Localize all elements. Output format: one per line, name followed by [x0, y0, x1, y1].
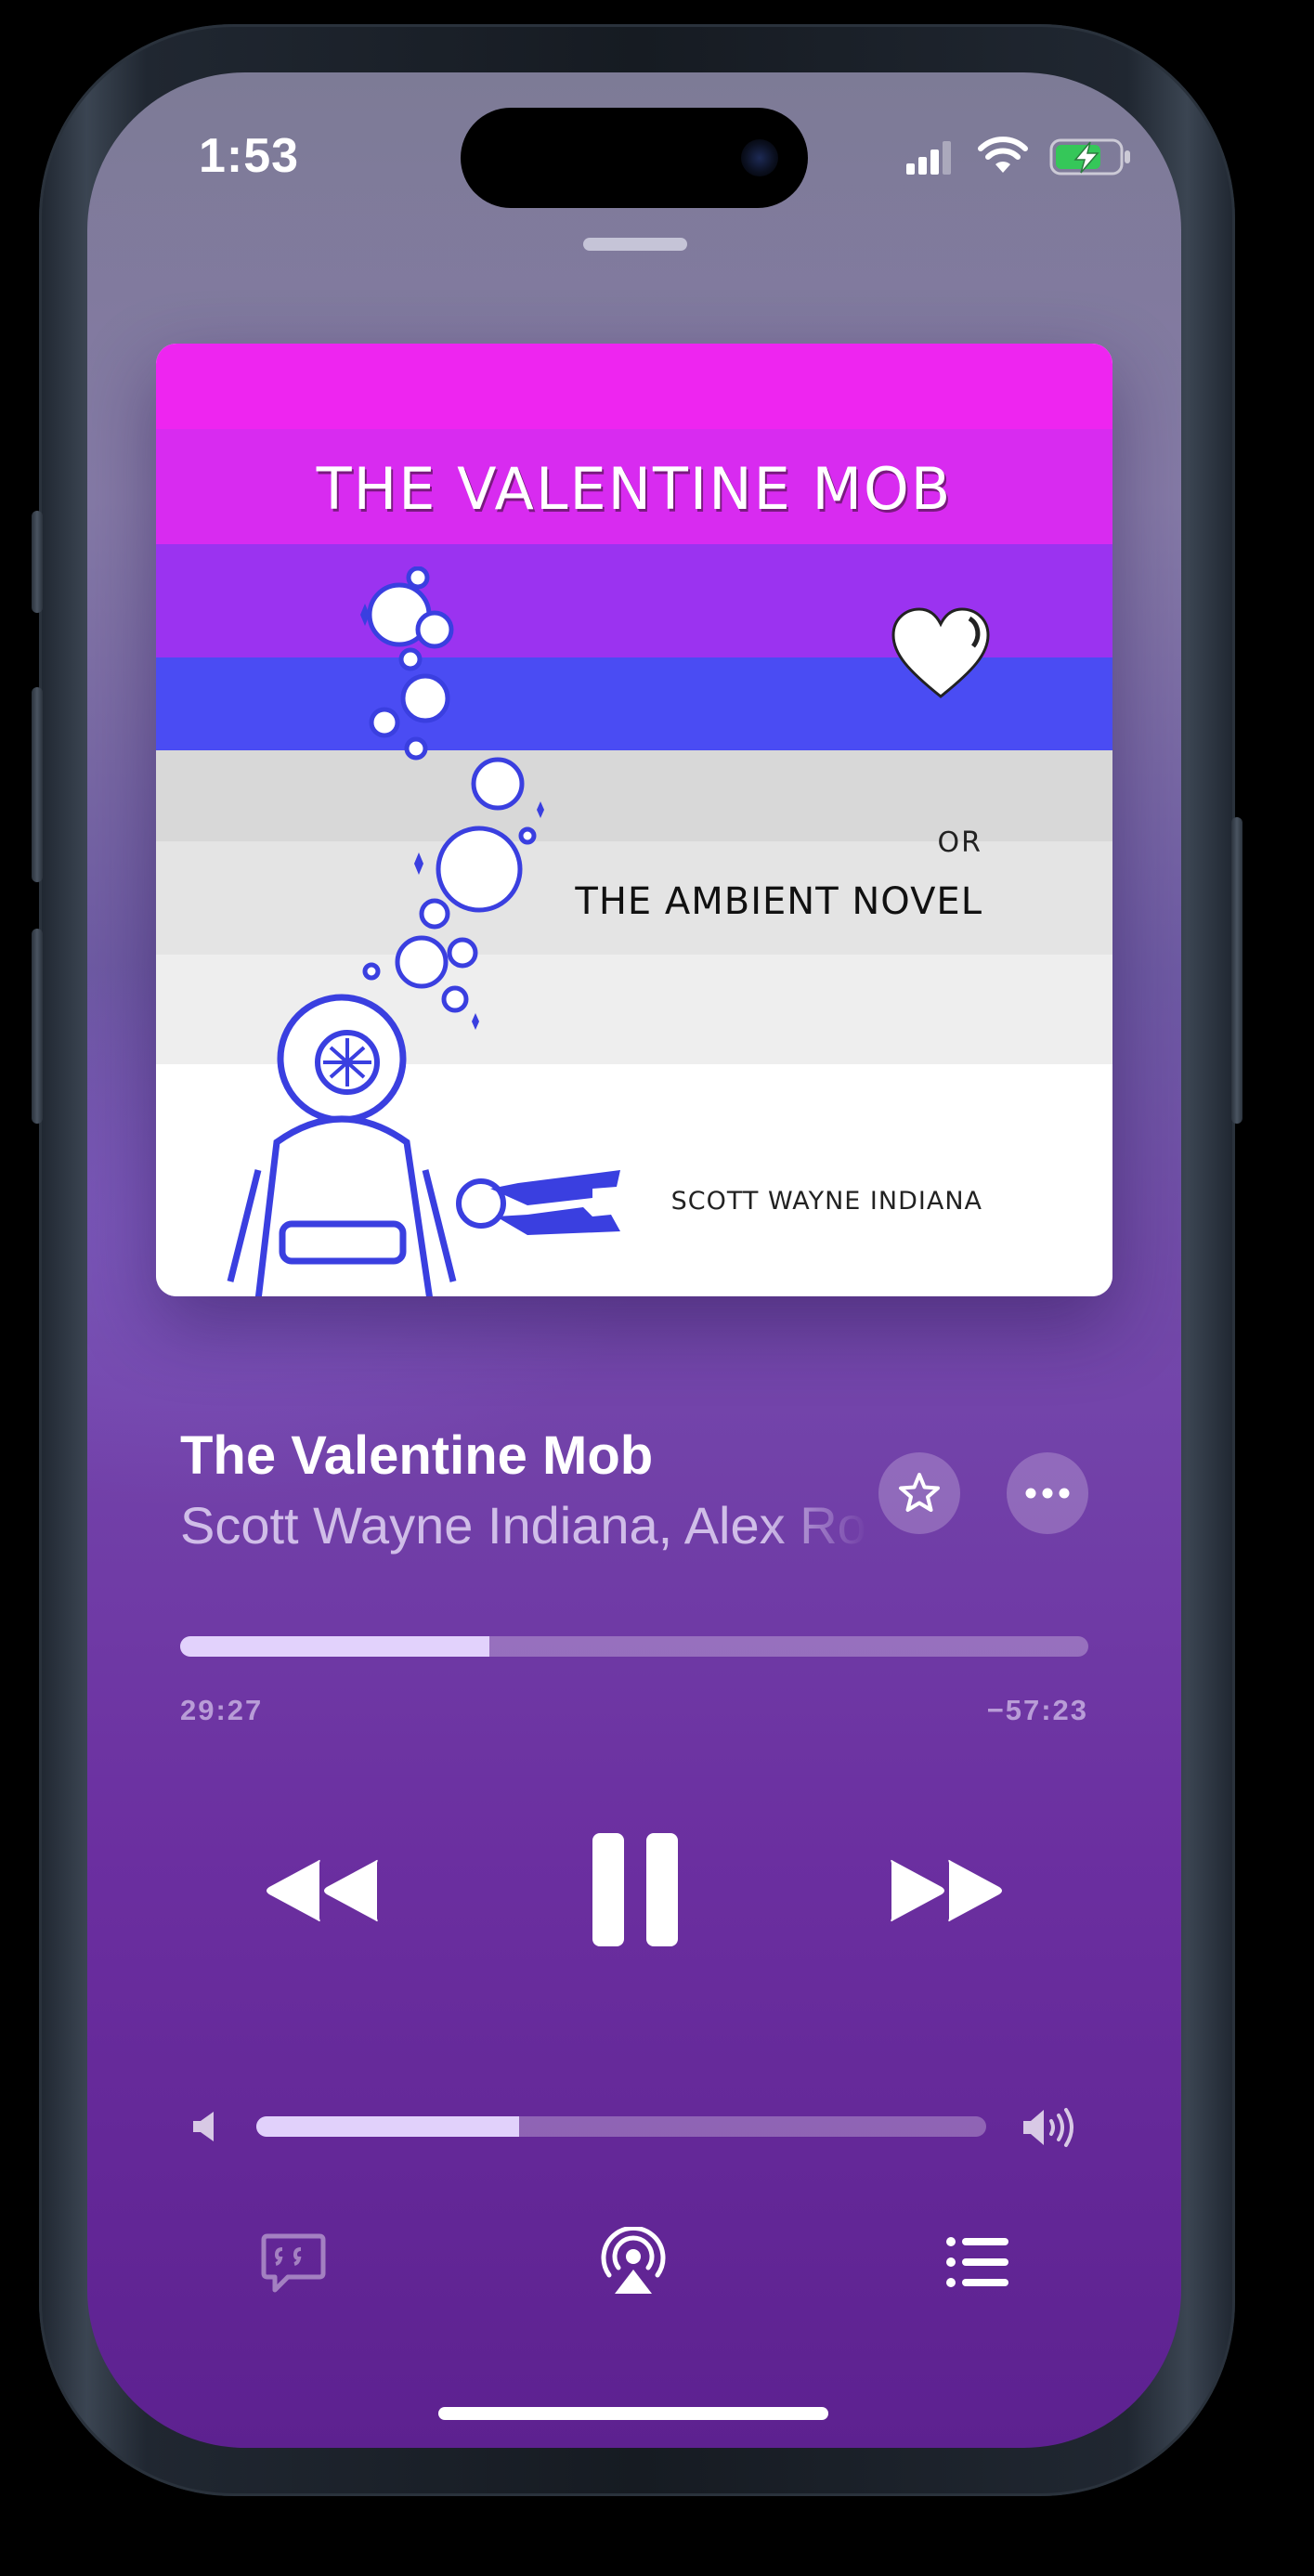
- track-title[interactable]: The Valentine Mob: [180, 1425, 653, 1487]
- volume-down-button: [32, 929, 43, 1124]
- keys-illustration: [456, 1170, 620, 1235]
- diver-illustration: [227, 994, 457, 1296]
- forward-button[interactable]: [886, 1854, 1007, 1928]
- volume-high-icon: [1023, 2108, 1073, 2147]
- battery-charging-icon: [1049, 138, 1130, 176]
- progress-slider[interactable]: [180, 1636, 1088, 1657]
- wifi-icon: [978, 137, 1028, 173]
- art-title: THE VALENTINE MOB: [316, 455, 953, 523]
- volume-slider[interactable]: [256, 2116, 986, 2137]
- status-time: 1:53: [199, 129, 300, 183]
- screen: 1:53 THE VALENTINE MOB OR THE AMBIENT NO…: [87, 72, 1181, 2448]
- front-camera: [741, 139, 778, 176]
- elapsed-time: 29:27: [180, 1694, 264, 1726]
- rewind-button[interactable]: [262, 1854, 383, 1928]
- volume-up-button: [32, 687, 43, 882]
- ellipsis-icon: [1025, 1488, 1070, 1499]
- art-subtitle: THE AMBIENT NOVEL: [575, 880, 982, 923]
- queue-button[interactable]: [945, 2236, 1010, 2288]
- volume-low-icon: [193, 2112, 214, 2141]
- favorite-button[interactable]: [878, 1452, 960, 1534]
- track-artists[interactable]: Scott Wayne Indiana, Alex Rowe: [180, 1495, 867, 1555]
- action-button: [32, 511, 43, 613]
- remaining-time: −57:23: [986, 1694, 1088, 1726]
- star-icon: [899, 1473, 940, 1512]
- album-artwork: THE VALENTINE MOB OR THE AMBIENT NOVEL S…: [156, 344, 1112, 1296]
- pause-button[interactable]: [589, 1831, 682, 1948]
- airplay-button[interactable]: [598, 2227, 669, 2297]
- volume-fill: [256, 2116, 519, 2137]
- progress-fill: [180, 1636, 489, 1657]
- art-author: SCOTT WAYNE INDIANA: [670, 1187, 982, 1216]
- cellular-signal-icon: [906, 141, 951, 175]
- side-button: [1231, 817, 1242, 1124]
- lyrics-button[interactable]: [260, 2232, 327, 2294]
- art-or: OR: [937, 826, 982, 859]
- home-indicator[interactable]: [438, 2407, 828, 2420]
- sheet-grabber[interactable]: [583, 238, 687, 251]
- heart-icon: [891, 607, 990, 698]
- bubbles-illustration: [360, 566, 544, 1030]
- more-button[interactable]: [1007, 1452, 1088, 1534]
- art-band: [156, 344, 1112, 429]
